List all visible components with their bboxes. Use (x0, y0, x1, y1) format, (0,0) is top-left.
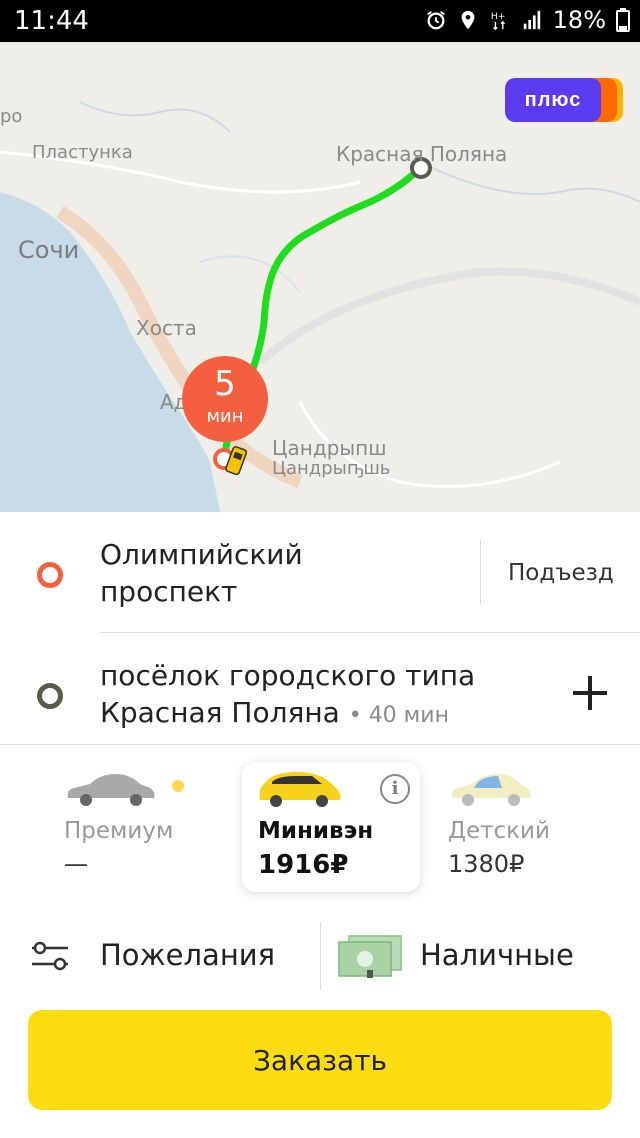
pickup-line2: проспект (100, 575, 238, 608)
destination-line2: Красная Поляна (100, 696, 340, 729)
battery-icon (616, 8, 630, 32)
svg-text:H+: H+ (490, 11, 505, 22)
order-button[interactable]: Заказать (28, 1010, 612, 1110)
premium-car-icon (67, 774, 155, 806)
eta-bubble: 5 мин (182, 356, 268, 442)
eta-unit: мин (206, 406, 244, 427)
status-bar: 11:44 H+ 18% (0, 0, 640, 42)
map-label-plastunka: Пластунка (32, 142, 133, 163)
tariff-child[interactable]: Детский 1380₽ (448, 762, 608, 892)
payment-label: Наличные (420, 938, 574, 972)
divider (480, 540, 481, 604)
payment-method-button[interactable]: Наличные (321, 920, 640, 992)
child-car-icon (451, 774, 531, 806)
tariff-minivan[interactable]: i Минивэн 1916₽ (242, 762, 420, 892)
network-h-plus-icon: H+ (490, 11, 505, 31)
divider (0, 744, 640, 745)
clock: 11:44 (14, 6, 89, 36)
entrance-button[interactable]: Подъезд (508, 560, 614, 586)
tariff-minivan-price: 1916₽ (258, 850, 349, 880)
add-stop-plus-icon[interactable] (570, 674, 610, 714)
info-icon[interactable]: i (380, 774, 410, 804)
battery-percent: 18% (552, 6, 606, 34)
tariff-minivan-name: Минивэн (258, 818, 374, 844)
eta-value: 5 (214, 364, 236, 404)
map-label-sochi: Сочи (18, 236, 80, 264)
pickup-dot-icon (37, 562, 63, 588)
wishes-button[interactable]: Пожелания (0, 920, 320, 992)
destination-line1: посёлок городского типа (100, 659, 476, 692)
signal-icon (523, 10, 540, 30)
status-icons: H+ 18% (425, 6, 630, 34)
location-icon (461, 10, 475, 30)
status-dot-icon (172, 780, 184, 792)
minivan-car-icon (259, 772, 341, 807)
map-label-edge: ро (0, 106, 23, 127)
destination-dot-icon (37, 683, 63, 709)
tariff-child-price: 1380₽ (448, 850, 525, 878)
map-label-khosta: Хоста (136, 316, 197, 340)
pickup-line1: Олимпийский (100, 538, 303, 571)
cash-icon (338, 935, 402, 978)
wishes-label: Пожелания (100, 938, 276, 972)
tariff-child-name: Детский (448, 818, 550, 844)
map-view[interactable]: ро Пластунка Красная Поляна Сочи Хоста А… (0, 42, 640, 512)
sliders-icon (32, 941, 68, 971)
tariff-premium-name: Премиум (64, 818, 174, 844)
tariff-premium-price: — (64, 850, 88, 878)
destination-address-row[interactable]: посёлок городского типа Красная Поляна •… (0, 633, 640, 743)
plus-subscription-badge[interactable]: плюс (505, 78, 623, 122)
tariff-premium[interactable]: Премиум — (64, 762, 224, 892)
plus-badge-label: плюс (505, 78, 601, 122)
map-label-tsandrypsh: Цандрыпш (272, 436, 387, 460)
map-label-tsandrypsh-abkhaz: Цандрыҧшь (272, 458, 391, 479)
alarm-icon (426, 11, 445, 30)
map-label-krasnaya-polyana: Красная Поляна (336, 142, 508, 166)
trip-duration: • 40 мин (348, 703, 449, 728)
